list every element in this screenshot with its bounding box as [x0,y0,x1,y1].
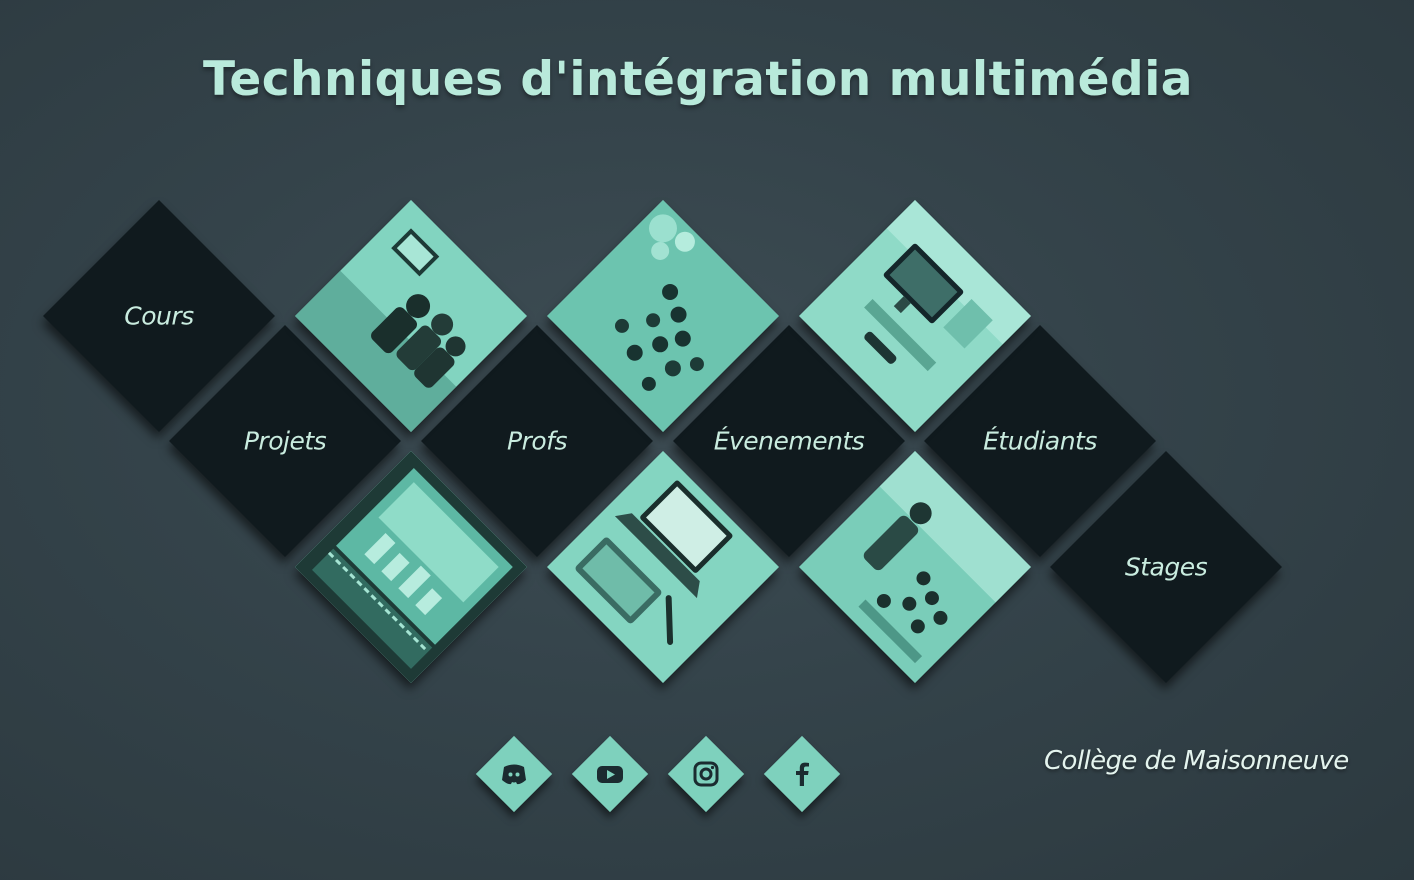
instagram-icon [690,758,722,790]
nav-tile-stages-label: Stages [1124,552,1208,582]
college-name: Collège de Maisonneuve [1044,746,1349,776]
discord-icon [498,758,530,790]
youtube-button[interactable] [571,735,649,813]
page-title: Techniques d'intégration multimédia [203,52,1194,107]
youtube-icon [594,758,626,790]
instagram-button[interactable] [667,735,745,813]
nav-tile-evenements-label: Évenements [713,426,865,456]
facebook-button[interactable] [763,735,841,813]
nav-tile-etudiants-label: Étudiants [983,426,1097,456]
nav-tile-cours-label: Cours [124,301,194,331]
nav-tile-profs-label: Profs [507,426,567,456]
discord-button[interactable] [475,735,553,813]
facebook-icon [786,758,818,790]
nav-tile-projets-label: Projets [243,426,327,456]
